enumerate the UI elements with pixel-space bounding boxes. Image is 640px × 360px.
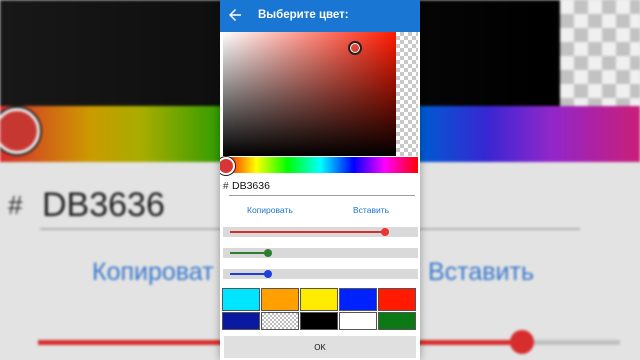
blue-slider-thumb[interactable] bbox=[264, 270, 272, 278]
red-channel-slider[interactable] bbox=[223, 227, 418, 237]
hex-input-underline bbox=[229, 195, 415, 196]
color-picker-dialog: Выберите цвет: # DB3636 Копировать Встав… bbox=[220, 0, 420, 360]
red-slider-track bbox=[230, 231, 385, 233]
swatch-white[interactable] bbox=[339, 312, 377, 330]
blue-channel-slider[interactable] bbox=[223, 269, 418, 279]
swatch-cyan[interactable] bbox=[222, 288, 260, 311]
copy-button[interactable]: Копировать bbox=[247, 205, 293, 215]
saturation-value-picker[interactable] bbox=[223, 32, 396, 156]
swatch-navy[interactable] bbox=[222, 312, 260, 330]
hex-input[interactable]: DB3636 bbox=[232, 180, 270, 192]
color-swatch-grid bbox=[222, 288, 418, 330]
arrow-left-icon[interactable] bbox=[226, 6, 244, 24]
dialog-title: Выберите цвет: bbox=[258, 9, 349, 21]
saturation-value-knob[interactable] bbox=[348, 41, 362, 55]
swatch-red[interactable] bbox=[378, 288, 416, 311]
dialog-app-bar: Выберите цвет: bbox=[220, 0, 420, 32]
swatch-orange[interactable] bbox=[261, 288, 299, 311]
hash-symbol: # bbox=[223, 181, 229, 192]
alpha-slider[interactable] bbox=[396, 32, 418, 156]
swatch-transparent[interactable] bbox=[261, 312, 299, 330]
blue-slider-track bbox=[230, 273, 268, 275]
green-slider-thumb[interactable] bbox=[264, 249, 272, 257]
hex-input-row: # DB3636 bbox=[223, 180, 417, 196]
swatch-blue[interactable] bbox=[339, 288, 377, 311]
paste-button[interactable]: Вставить bbox=[353, 205, 389, 215]
swatch-green[interactable] bbox=[378, 312, 416, 330]
swatch-black[interactable] bbox=[300, 312, 338, 330]
green-channel-slider[interactable] bbox=[223, 248, 418, 258]
ok-button[interactable]: OK bbox=[224, 336, 416, 358]
red-slider-thumb[interactable] bbox=[381, 228, 389, 236]
green-slider-track bbox=[230, 252, 268, 254]
swatch-yellow[interactable] bbox=[300, 288, 338, 311]
hue-slider[interactable] bbox=[220, 157, 418, 175]
hue-knob[interactable] bbox=[220, 157, 235, 175]
